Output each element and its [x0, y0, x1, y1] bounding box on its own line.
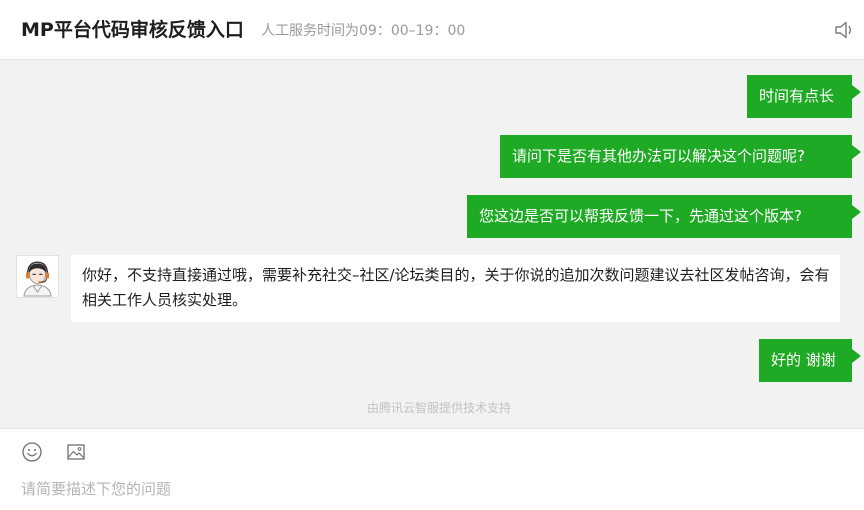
- chat-title: MP平台代码审核反馈入口: [21, 19, 244, 41]
- powered-by-note: 由腾讯云智服提供技术支持: [366, 401, 511, 415]
- chat-header: MP平台代码审核反馈入口 人工服务时间为09：00–19：00: [0, 0, 864, 60]
- customer-service-avatar-icon: [17, 256, 58, 297]
- message-composer: [0, 428, 864, 510]
- outgoing-message: 请问下是否有其他办法可以解决这个问题呢?: [500, 135, 861, 178]
- incoming-message: 你好，不支持直接通过哦，需要补充社交–社区/论坛类目的，关于你说的追加次数问题建…: [71, 255, 840, 322]
- outgoing-message: 您这边是否可以帮我反馈一下，先通过这个版本?: [467, 195, 861, 238]
- message-input[interactable]: [21, 479, 841, 499]
- speaker-icon[interactable]: [833, 18, 857, 42]
- service-hours: 人工服务时间为09：00–19：00: [261, 23, 466, 39]
- image-icon[interactable]: [65, 441, 87, 463]
- agent-avatar: [16, 255, 59, 298]
- chat-window: MP平台代码审核反馈入口 人工服务时间为09：00–19：00 时间有点长 请问…: [0, 0, 864, 510]
- message-list[interactable]: 时间有点长 请问下是否有其他办法可以解决这个问题呢? 您这边是否可以帮我反馈一下…: [0, 60, 864, 428]
- outgoing-message: 好的 谢谢: [759, 339, 861, 382]
- emoji-icon[interactable]: [21, 441, 43, 463]
- outgoing-message: 时间有点长: [747, 75, 861, 118]
